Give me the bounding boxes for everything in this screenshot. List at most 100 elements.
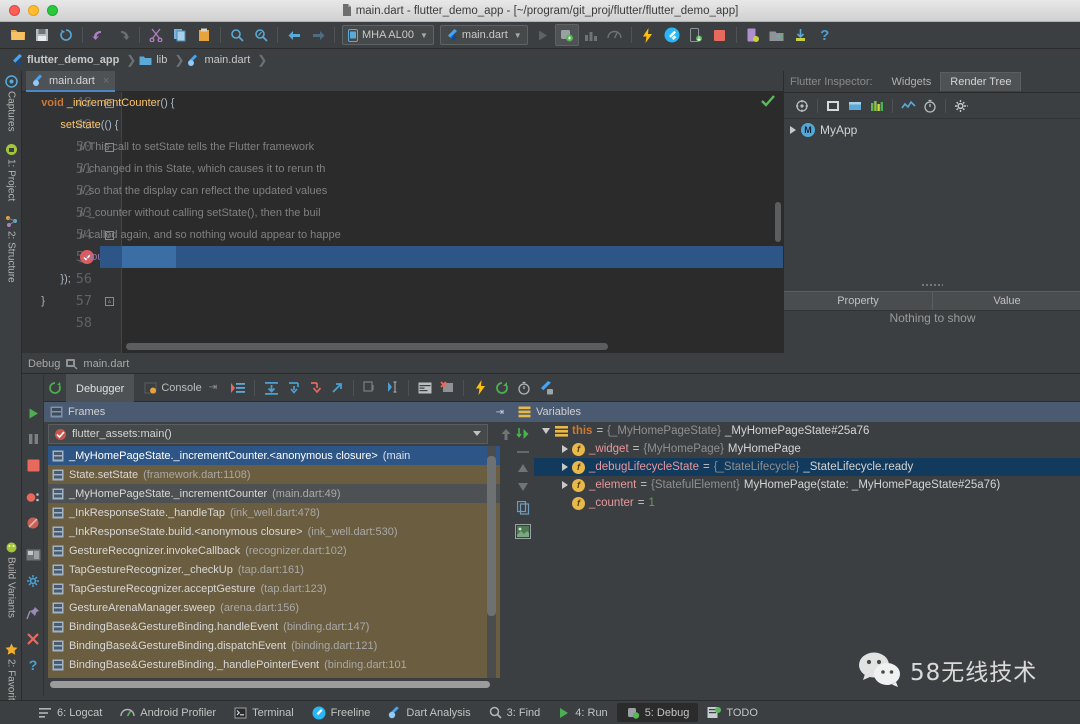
run-configuration-selector[interactable]: main.dart ▼	[439, 25, 528, 45]
panel-resize-grip[interactable]	[921, 283, 943, 287]
copy-icon[interactable]	[516, 501, 530, 515]
sidebar-item-project[interactable]: 1: Project	[0, 141, 22, 207]
frame-row[interactable]: _MyHomePageState._incrementCounter (main.…	[48, 484, 500, 503]
statusbar-item-todo[interactable]: TODO	[698, 703, 767, 722]
variable-row[interactable]: f _debugLifecycleState = {_StateLifecycle} _…	[534, 458, 1080, 476]
tab-widgets[interactable]: Widgets	[883, 73, 941, 91]
run-to-cursor-icon[interactable]	[381, 377, 403, 399]
statusbar-item-android-profiler[interactable]: Android Profiler	[111, 704, 225, 722]
frame-row[interactable]: BindingBase&GestureBinding.handleEvent (b…	[48, 617, 500, 636]
settings-icon[interactable]	[22, 568, 44, 594]
restore-layout-icon[interactable]	[44, 377, 66, 399]
show-execution-point-icon[interactable]	[227, 377, 249, 399]
tab-overflow-icon[interactable]: ⇥	[209, 382, 217, 393]
frames-horizontal-scrollbar[interactable]	[50, 681, 490, 688]
editor-vertical-scrollbar[interactable]	[775, 202, 781, 242]
restore-layout-icon[interactable]	[22, 542, 44, 568]
restart-icon[interactable]	[491, 377, 513, 399]
replace-icon[interactable]	[249, 24, 273, 46]
stop-icon[interactable]	[22, 452, 44, 478]
slow-animations-icon[interactable]	[919, 96, 941, 116]
frame-row[interactable]: BindingBase&GestureBinding._handlePointe…	[48, 655, 500, 674]
paste-icon[interactable]	[192, 24, 216, 46]
frame-row[interactable]: _InkResponseState.build.<anonymous closu…	[48, 522, 500, 541]
frame-row[interactable]: TapGestureRecognizer._checkUp (tap.dart:1…	[48, 560, 500, 579]
frame-row[interactable]: BindingBase&GestureBinding.dispatchEvent…	[48, 636, 500, 655]
paint-baselines-icon[interactable]	[844, 96, 866, 116]
frame-row[interactable]: TapGestureRecognizer.acceptGesture (tap.d…	[48, 579, 500, 598]
copy-icon[interactable]	[168, 24, 192, 46]
statusbar-item-debug[interactable]: 5: Debug	[616, 703, 699, 722]
zoom-button[interactable]	[47, 5, 58, 16]
chevron-right-icon[interactable]	[562, 481, 568, 489]
evaluate-expression-icon[interactable]	[515, 427, 531, 441]
frame-row[interactable]: _MyHomePageState._incrementCounter.<anon…	[48, 446, 500, 465]
performance-overlay-icon[interactable]	[897, 96, 919, 116]
debug-icon[interactable]	[554, 24, 579, 46]
settings-gear-icon[interactable]	[950, 96, 972, 116]
profile-icon[interactable]	[603, 24, 627, 46]
sdk-manager-icon[interactable]	[765, 24, 789, 46]
select-widget-mode-icon[interactable]	[791, 96, 813, 116]
frame-row[interactable]: State.setState (framework.dart:1108)	[48, 465, 500, 484]
chevron-right-icon[interactable]	[790, 126, 796, 134]
statusbar-item-dart-analysis[interactable]: Dart Analysis	[379, 703, 479, 722]
breadcrumb-item-project[interactable]: flutter_demo_app	[8, 53, 126, 67]
editor-horizontal-scrollbar[interactable]	[126, 343, 608, 350]
find-icon[interactable]	[225, 24, 249, 46]
frame-row[interactable]: GestureRecognizer.invokeCallback (recogni…	[48, 541, 500, 560]
view-breakpoints-icon[interactable]	[22, 484, 44, 510]
flutter-icon[interactable]	[660, 24, 684, 46]
code-editor[interactable]: 4849505152535455565758 −−▵▵ void _increm…	[22, 92, 783, 353]
frame-row[interactable]: GestureArenaManager.sweep (arena.dart:156…	[48, 598, 500, 617]
editor-tab-main-dart[interactable]: main.dart ×	[26, 71, 116, 92]
step-out-icon[interactable]	[326, 377, 348, 399]
statusbar-item-logcat[interactable]: 6: Logcat	[30, 704, 111, 722]
chevron-down-icon[interactable]	[542, 428, 550, 434]
attach-debugger-icon[interactable]	[789, 24, 813, 46]
tab-console[interactable]: Console ⇥	[134, 374, 227, 402]
stop-icon[interactable]	[708, 24, 732, 46]
frames-options-icon[interactable]: ⇥	[496, 407, 504, 418]
variable-row[interactable]: f _counter = 1	[534, 494, 1080, 512]
cut-icon[interactable]	[144, 24, 168, 46]
chevron-down-icon[interactable]	[473, 431, 481, 436]
back-icon[interactable]	[282, 24, 306, 46]
open-folder-icon[interactable]	[6, 24, 30, 46]
widget-tree-row[interactable]: M MyApp	[784, 119, 1080, 137]
close-button[interactable]	[9, 5, 20, 16]
thread-selector[interactable]: flutter_assets:main()	[48, 424, 488, 444]
frames-list[interactable]: _MyHomePageState._incrementCounter.<anon…	[48, 446, 500, 678]
variable-row[interactable]: f _widget = {MyHomePage} MyHomePage	[534, 440, 1080, 458]
force-step-into-icon[interactable]	[304, 377, 326, 399]
code-fold-marker[interactable]: ▵	[105, 297, 114, 306]
variable-row[interactable]: this = {_MyHomePageState} _MyHomePageState#…	[534, 422, 1080, 440]
breadcrumb-item-lib[interactable]: lib	[136, 54, 174, 66]
avd-manager-icon[interactable]	[741, 24, 765, 46]
step-over-icon[interactable]	[260, 377, 282, 399]
help-icon[interactable]: ?	[813, 24, 837, 46]
statusbar-item-run[interactable]: 4: Run	[549, 704, 616, 722]
breadcrumb-item-file[interactable]: main.dart	[184, 54, 257, 67]
debug-paint-icon[interactable]	[822, 96, 844, 116]
sync-icon[interactable]	[54, 24, 78, 46]
forward-icon[interactable]	[306, 24, 330, 46]
sidebar-item-build-variants[interactable]: Build Variants	[0, 539, 22, 631]
down-icon[interactable]	[517, 482, 529, 492]
mute-breakpoints-icon[interactable]	[22, 510, 44, 536]
statusbar-item-terminal[interactable]: Terminal	[225, 704, 303, 722]
hot-reload-icon[interactable]	[469, 377, 491, 399]
undo-icon[interactable]	[87, 24, 111, 46]
minimize-button[interactable]	[28, 5, 39, 16]
install-icon[interactable]	[684, 24, 708, 46]
frame-row[interactable]: _InkResponseState._handleTap (ink_well.da…	[48, 503, 500, 522]
step-into-icon[interactable]	[282, 377, 304, 399]
chevron-right-icon[interactable]	[562, 445, 568, 453]
sidebar-item-captures[interactable]: Captures	[0, 73, 22, 137]
repaint-rainbow-icon[interactable]	[866, 96, 888, 116]
run-icon[interactable]	[531, 24, 555, 46]
statusbar-item-find[interactable]: 3: Find	[480, 703, 550, 722]
pause-program-icon[interactable]	[22, 426, 44, 452]
device-selector[interactable]: MHA AL00 ▼	[342, 25, 434, 45]
drop-frame-icon[interactable]	[359, 377, 381, 399]
